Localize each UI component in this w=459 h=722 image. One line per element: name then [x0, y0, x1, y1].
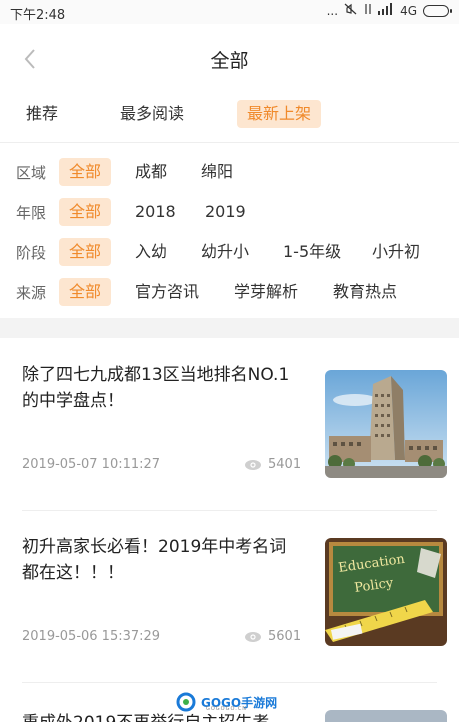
chip-stage-middle-entry[interactable]: 小升初 — [362, 238, 430, 266]
filter-label: 年限 — [16, 204, 47, 222]
chip-source-xueya[interactable]: 学芽解析 — [224, 278, 308, 306]
filter-label: 区域 — [16, 164, 47, 182]
chip-region-all[interactable]: 全部 — [59, 158, 112, 186]
education-policy-chalkboard-image: Education Policy — [325, 538, 447, 646]
chip-region-mianyang[interactable]: 绵阳 — [191, 158, 243, 186]
article-title: 初升高家长必看！2019年中考名词都在这！！！ — [22, 537, 287, 583]
school-building-image — [325, 370, 447, 478]
more-dots-icon: ... — [326, 3, 339, 18]
article-views: 5401 — [244, 457, 301, 472]
chip-stage-kindergarten[interactable]: 入幼 — [125, 238, 177, 266]
chip-stage-primary-entry[interactable]: 幼升小 — [191, 238, 259, 266]
view-count: 5601 — [268, 629, 302, 644]
tab-recommend[interactable]: 推荐 — [16, 100, 68, 128]
signal-icon — [378, 3, 394, 18]
status-bar: 下午2:48 ... 4G — [0, 0, 459, 24]
article-date: 2019-05-06 15:37:29 — [22, 629, 161, 644]
tab-most-read[interactable]: 最多阅读 — [110, 100, 194, 128]
article-views: 5601 — [244, 629, 301, 644]
filter-row-source: 来源 全部 官方咨讯 学芽解析 教育热点 — [0, 276, 459, 308]
article-thumbnail — [325, 710, 447, 722]
chip-source-hot[interactable]: 教育热点 — [323, 278, 407, 306]
sort-tabs: 推荐 最多阅读 最新上架 — [0, 94, 459, 142]
filter-row-stage: 阶段 全部 入幼 幼升小 1-5年级 小升初 — [0, 236, 459, 268]
article-title: 除了四七九成都13区当地排名NO.1的中学盘点！ — [22, 365, 290, 411]
view-count: 5401 — [268, 457, 302, 472]
chip-year-2018[interactable]: 2018 — [125, 198, 186, 226]
chip-region-chengdu[interactable]: 成都 — [125, 158, 177, 186]
section-spacer — [0, 318, 459, 338]
status-time: 下午2:48 — [10, 8, 66, 23]
filter-label: 来源 — [16, 284, 47, 302]
watermark-logo: GOGO手游网 GOGOGO.CN — [176, 690, 284, 714]
eye-icon — [245, 631, 261, 642]
network-type: 4G — [400, 3, 417, 18]
page-title: 全部 — [210, 50, 249, 72]
chip-source-official[interactable]: 官方咨讯 — [125, 278, 209, 306]
gogo-logo-icon — [176, 692, 196, 712]
eye-icon — [245, 459, 261, 470]
tab-newest[interactable]: 最新上架 — [237, 100, 322, 128]
article-card[interactable]: 除了四七九成都13区当地排名NO.1的中学盘点！ 2019-05-07 10:1… — [0, 338, 459, 510]
divider — [0, 142, 459, 143]
filter-row-year: 年限 全部 2018 2019 — [0, 196, 459, 228]
filter-label: 阶段 — [16, 244, 47, 262]
chip-year-2019[interactable]: 2019 — [195, 198, 256, 226]
article-card[interactable]: 初升高家长必看！2019年中考名词都在这！！！ 2019-05-06 15:37… — [0, 510, 459, 682]
chip-stage-all[interactable]: 全部 — [59, 238, 112, 266]
status-icons: ... 4G — [326, 3, 452, 18]
chip-stage-grades-1-5[interactable]: 1-5年级 — [273, 238, 351, 266]
chip-year-all[interactable]: 全部 — [59, 198, 112, 226]
data-arrows-icon — [364, 3, 372, 18]
article-date: 2019-05-07 10:11:27 — [22, 457, 161, 472]
watermark-subtext: GOGOGO.CN — [206, 706, 248, 712]
silent-icon — [344, 3, 358, 18]
filter-row-region: 区域 全部 成都 绵阳 — [0, 156, 459, 188]
battery-icon — [423, 4, 452, 17]
top-nav-bar: 全部 — [0, 24, 459, 94]
chip-source-all[interactable]: 全部 — [59, 278, 112, 306]
